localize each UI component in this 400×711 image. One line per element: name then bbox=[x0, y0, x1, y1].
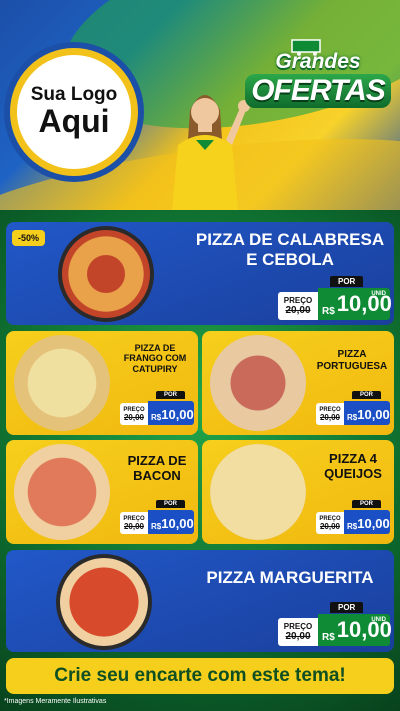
old-price: PREÇO 20,00 bbox=[120, 403, 148, 425]
old-price: PREÇO 20,00 bbox=[316, 403, 344, 425]
new-price: POR R$ 10,00 bbox=[148, 500, 194, 534]
product-card-marguerita[interactable]: PIZZA MARGUERITA PREÇO 20,00 POR R$ 10,0… bbox=[6, 550, 394, 652]
old-price: PREÇO 20,00 bbox=[278, 292, 318, 320]
old-price: PREÇO 20,00 bbox=[316, 512, 344, 534]
product-name: PIZZA MARGUERITA bbox=[206, 568, 374, 587]
price-box: PREÇO 20,00 POR R$ 10,00 bbox=[120, 391, 194, 425]
woman-illustration bbox=[172, 95, 250, 210]
pizza-calabresa-image bbox=[58, 226, 154, 322]
new-price: POR R$ 10,00 bbox=[148, 391, 194, 425]
new-price: POR R$ 10,00 bbox=[344, 391, 390, 425]
disclaimer-text: *Imagens Meramente Ilustrativas bbox=[4, 698, 107, 705]
logo-placeholder: Sua Logo Aqui bbox=[10, 48, 138, 176]
logo-line-1: Sua Logo bbox=[30, 84, 118, 106]
old-price: PREÇO 20,00 bbox=[278, 618, 318, 646]
price-box: PREÇO 20,00 POR R$ 10,00 bbox=[120, 500, 194, 534]
title-bottom: OFERTAS bbox=[245, 74, 391, 108]
product-card-bacon[interactable]: PIZZA DE BACON PREÇO 20,00 POR R$ 10,00 bbox=[6, 440, 198, 544]
header-banner: Grandes OFERTAS Sua Logo Aqui bbox=[0, 0, 400, 210]
offer-title: Grandes OFERTAS bbox=[238, 50, 398, 108]
product-name: PIZZA PORTUGUESA bbox=[316, 349, 388, 372]
pizza-portuguesa-image bbox=[210, 335, 306, 431]
product-name: PIZZA DE FRANGO COM CATUPIRY bbox=[123, 343, 187, 374]
pizza-marguerita-image bbox=[56, 554, 152, 650]
new-price: POR R$ 10,00 UNID bbox=[318, 602, 392, 646]
discount-badge: -50% bbox=[12, 230, 46, 246]
price-box: PREÇO 20,00 POR R$ 10,00 UNID bbox=[278, 602, 392, 646]
product-name: PIZZA 4 QUEIJOS bbox=[324, 451, 382, 481]
product-card-portuguesa[interactable]: PIZZA PORTUGUESA PREÇO 20,00 POR R$ 10,0… bbox=[202, 331, 394, 435]
price-box: PREÇO 20,00 POR R$ 10,00 bbox=[316, 391, 390, 425]
new-price: POR R$ 10,00 UNID bbox=[318, 276, 392, 320]
product-card-4-queijos[interactable]: PIZZA 4 QUEIJOS PREÇO 20,00 POR R$ 10,00 bbox=[202, 440, 394, 544]
product-card-calabresa[interactable]: -50% PIZZA DE CALABRESA E CEBOLA PREÇO 2… bbox=[6, 222, 394, 325]
product-card-frango[interactable]: PIZZA DE FRANGO COM CATUPIRY PREÇO 20,00… bbox=[6, 331, 198, 435]
new-price: POR R$ 10,00 bbox=[344, 500, 390, 534]
title-top: Grandes bbox=[275, 50, 361, 73]
old-price: PREÇO 20,00 bbox=[120, 512, 148, 534]
logo-line-2: Aqui bbox=[38, 103, 110, 140]
price-box: PREÇO 20,00 POR R$ 10,00 bbox=[316, 500, 390, 534]
pizza-4-queijos-image bbox=[210, 444, 306, 540]
product-name: PIZZA DE CALABRESA E CEBOLA bbox=[195, 230, 385, 269]
pizza-bacon-image bbox=[14, 444, 110, 540]
price-box: PREÇO 20,00 POR R$ 10,00 UNID bbox=[278, 276, 392, 320]
cta-banner[interactable]: Crie seu encarte com este tema! bbox=[6, 658, 394, 694]
product-name: PIZZA DE BACON bbox=[127, 453, 187, 483]
pizza-frango-image bbox=[14, 335, 110, 431]
